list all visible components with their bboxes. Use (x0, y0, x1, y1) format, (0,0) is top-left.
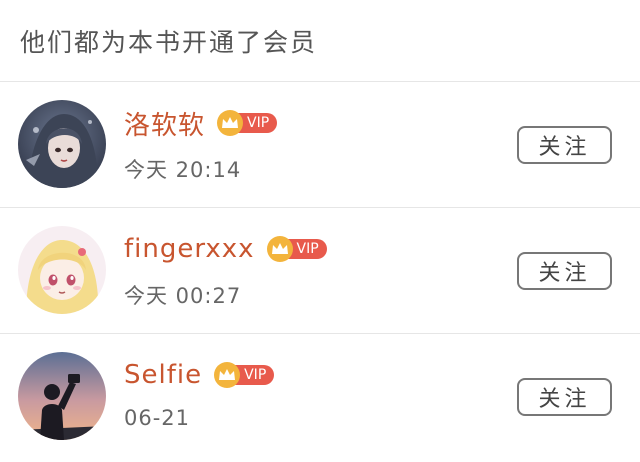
crown-icon (217, 110, 244, 136)
avatar[interactable] (18, 100, 106, 188)
username[interactable]: fingerxxx (124, 234, 255, 264)
follow-button[interactable]: 关注 (517, 252, 612, 290)
follow-button[interactable]: 关注 (517, 378, 612, 416)
avatar[interactable] (18, 352, 106, 440)
avatar-anime-girl-blonde-icon (18, 226, 106, 314)
member-row: fingerxxx VIP 今天 00:27 关注 (0, 208, 640, 334)
crown-icon (266, 236, 293, 262)
username[interactable]: Selfie (124, 360, 202, 390)
avatar-silhouette-sunset-icon (18, 352, 106, 440)
open-time: 今天 00:27 (124, 284, 242, 308)
vip-badge: VIP (217, 110, 278, 136)
avatar[interactable] (18, 226, 106, 314)
crown-icon (214, 362, 241, 388)
page-title: 他们都为本书开通了会员 (20, 27, 318, 57)
page-header: 他们都为本书开通了会员 (0, 0, 640, 82)
member-row: Selfie VIP 06-21 关注 (0, 334, 640, 460)
members-page: 他们都为本书开通了会员 洛软软 VIP 今天 20:14 关注 fingerxx… (0, 0, 640, 462)
open-time: 06-21 (124, 406, 191, 430)
member-info: fingerxxx VIP 今天 00:27 (124, 230, 327, 310)
vip-badge: VIP (214, 362, 275, 388)
member-info: 洛软软 VIP 今天 20:14 (124, 104, 278, 184)
member-row: 洛软软 VIP 今天 20:14 关注 (0, 82, 640, 208)
username[interactable]: 洛软软 (124, 105, 205, 142)
name-line: fingerxxx VIP (124, 230, 327, 268)
vip-badge: VIP (266, 236, 327, 262)
open-time: 今天 20:14 (124, 158, 242, 182)
avatar-anime-girl-dark-icon (18, 100, 106, 188)
member-info: Selfie VIP 06-21 (124, 356, 275, 430)
name-line: Selfie VIP (124, 356, 275, 394)
name-line: 洛软软 VIP (124, 104, 278, 142)
follow-button[interactable]: 关注 (517, 126, 612, 164)
